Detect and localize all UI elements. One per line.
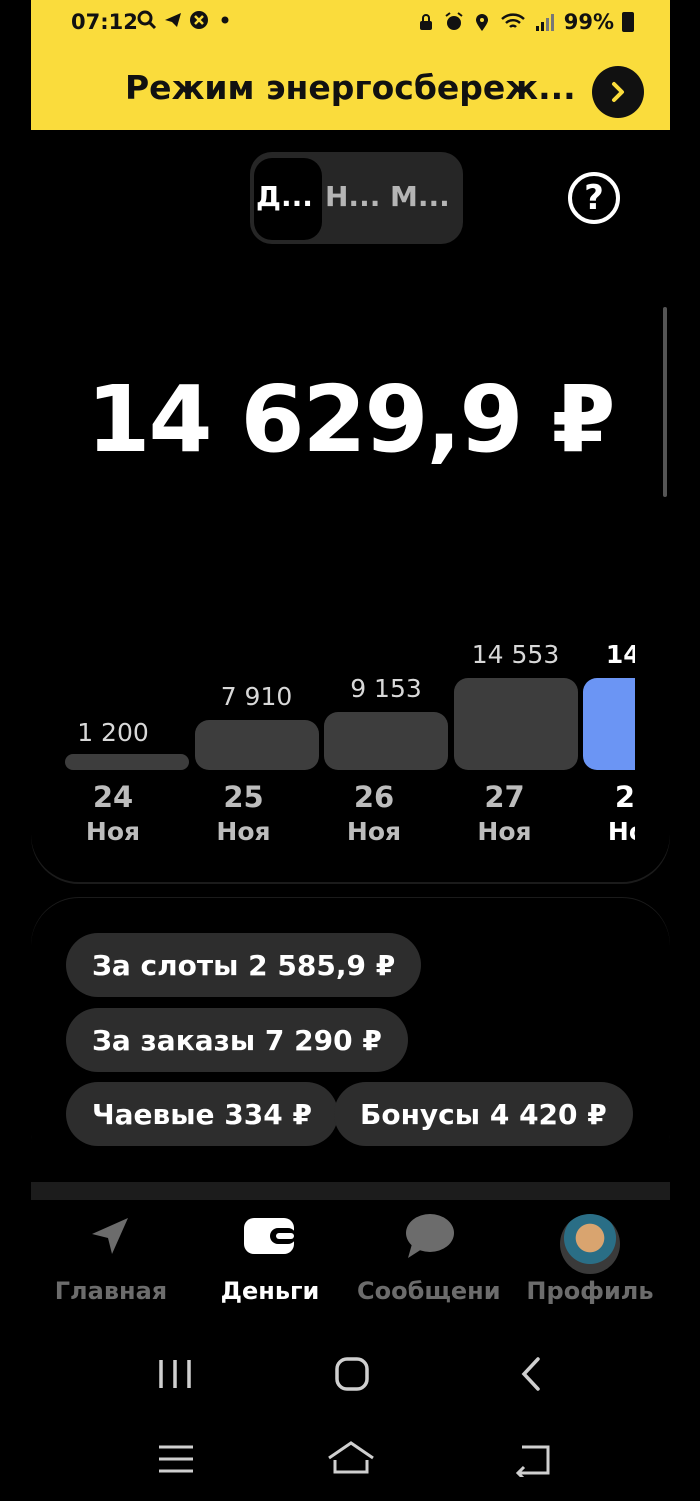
chart-bar[interactable]	[583, 678, 635, 770]
chart-bar-value-label: 9 153	[350, 674, 422, 704]
chart-month-label: Ноя	[607, 817, 635, 846]
chart-month-label: Ноя	[216, 817, 271, 846]
earnings-bar-chart[interactable]: 1 200 24 Ноя 7 910 25 Ноя 9 153 26 Ноя 14 553 27 Но…	[31, 520, 635, 882]
nav-home-label[interactable]: Главная	[26, 1277, 196, 1305]
status-bar: 07:12 99%	[31, 0, 670, 46]
menu-lines-icon[interactable]	[157, 1443, 195, 1475]
status-left-icons	[137, 10, 235, 30]
status-time: 07:12	[71, 10, 138, 34]
navigation-arrow-icon	[92, 1218, 128, 1254]
battery-percent: 99%	[563, 10, 614, 34]
total-earnings: 14 629,9 ₽	[86, 366, 615, 473]
chart-bar-value-label: 7 910	[220, 682, 293, 712]
top-banner-area: 07:12 99% Режим энергосбереж...	[31, 0, 670, 130]
chart-bar-value-label: 14 553	[471, 640, 560, 670]
dot-icon	[221, 16, 229, 24]
nav-money-label[interactable]: Деньги	[185, 1277, 355, 1305]
nav-messages[interactable]	[350, 1212, 510, 1266]
chat-bubble-icon	[406, 1214, 454, 1258]
orders-earnings-chip[interactable]: За заказы 7 290 ₽	[66, 1008, 408, 1072]
wallet-icon	[244, 1218, 296, 1254]
earnings-breakdown-card: За слоты 2 585,9 ₽ За заказы 7 290 ₽ Чае…	[31, 898, 670, 1182]
search-icon	[137, 10, 157, 30]
chart-bar[interactable]	[65, 754, 189, 770]
lock-icon	[419, 14, 432, 30]
nav-divider	[31, 1182, 670, 1200]
profile-avatar[interactable]	[560, 1214, 620, 1274]
tips-earnings-chip[interactable]: Чаевые 334 ₽	[66, 1082, 338, 1146]
alarm-icon	[445, 12, 463, 30]
battery-icon	[622, 12, 634, 32]
bonuses-earnings-chip[interactable]: Бонусы 4 420 ₽	[334, 1082, 633, 1146]
nav-home[interactable]	[30, 1212, 190, 1264]
chevron-right-icon	[612, 82, 624, 102]
chart-month-label: Ноя	[85, 817, 141, 846]
chart-month-label: Ноя	[346, 817, 402, 846]
back-arrow-icon[interactable]	[516, 1356, 546, 1392]
nav-messages-label[interactable]: Сообщени	[357, 1277, 500, 1305]
location-icon	[475, 14, 488, 31]
nav-profile-label[interactable]: Профиль	[505, 1277, 675, 1305]
chart-bar[interactable]	[453, 678, 578, 770]
signal-icon	[535, 14, 554, 31]
chart-day-label: 24	[92, 780, 134, 814]
chart-month-label: Ноя	[477, 817, 532, 846]
home-button-icon[interactable]	[334, 1356, 370, 1392]
app-x-icon	[190, 11, 208, 29]
chart-bar[interactable]	[324, 712, 448, 770]
period-tab-week[interactable]: Н...	[325, 180, 380, 213]
chart-day-label: 27	[484, 780, 525, 814]
recent-apps-icon[interactable]	[155, 1356, 195, 1392]
period-tab-day[interactable]: Д...	[256, 180, 313, 213]
help-icon[interactable]: ?	[568, 172, 620, 224]
telegram-icon	[165, 13, 181, 27]
home-house-icon[interactable]	[326, 1440, 376, 1478]
chart-day-label: 28	[614, 780, 635, 814]
slots-earnings-chip[interactable]: За слоты 2 585,9 ₽	[66, 933, 422, 997]
earnings-chart-card: 1 200 24 Ноя 7 910 25 Ноя 9 153 26 Ноя 14 553 27 Но…	[31, 520, 670, 882]
return-icon[interactable]	[514, 1443, 554, 1477]
chart-bar-value-label: 14 62	[605, 640, 635, 669]
status-right-icons: 99%	[416, 10, 634, 34]
power-saving-banner-text[interactable]: Режим энергосбереж...	[125, 68, 576, 107]
nav-money[interactable]	[190, 1212, 350, 1264]
banner-arrow-button[interactable]	[592, 66, 644, 118]
wifi-icon	[500, 13, 525, 28]
chart-day-label: 26	[353, 780, 395, 814]
chart-bar[interactable]	[194, 720, 319, 770]
chart-day-label: 25	[223, 780, 264, 814]
period-tab-month[interactable]: М...	[390, 180, 450, 213]
chart-bar-value-label: 1 200	[77, 718, 149, 747]
